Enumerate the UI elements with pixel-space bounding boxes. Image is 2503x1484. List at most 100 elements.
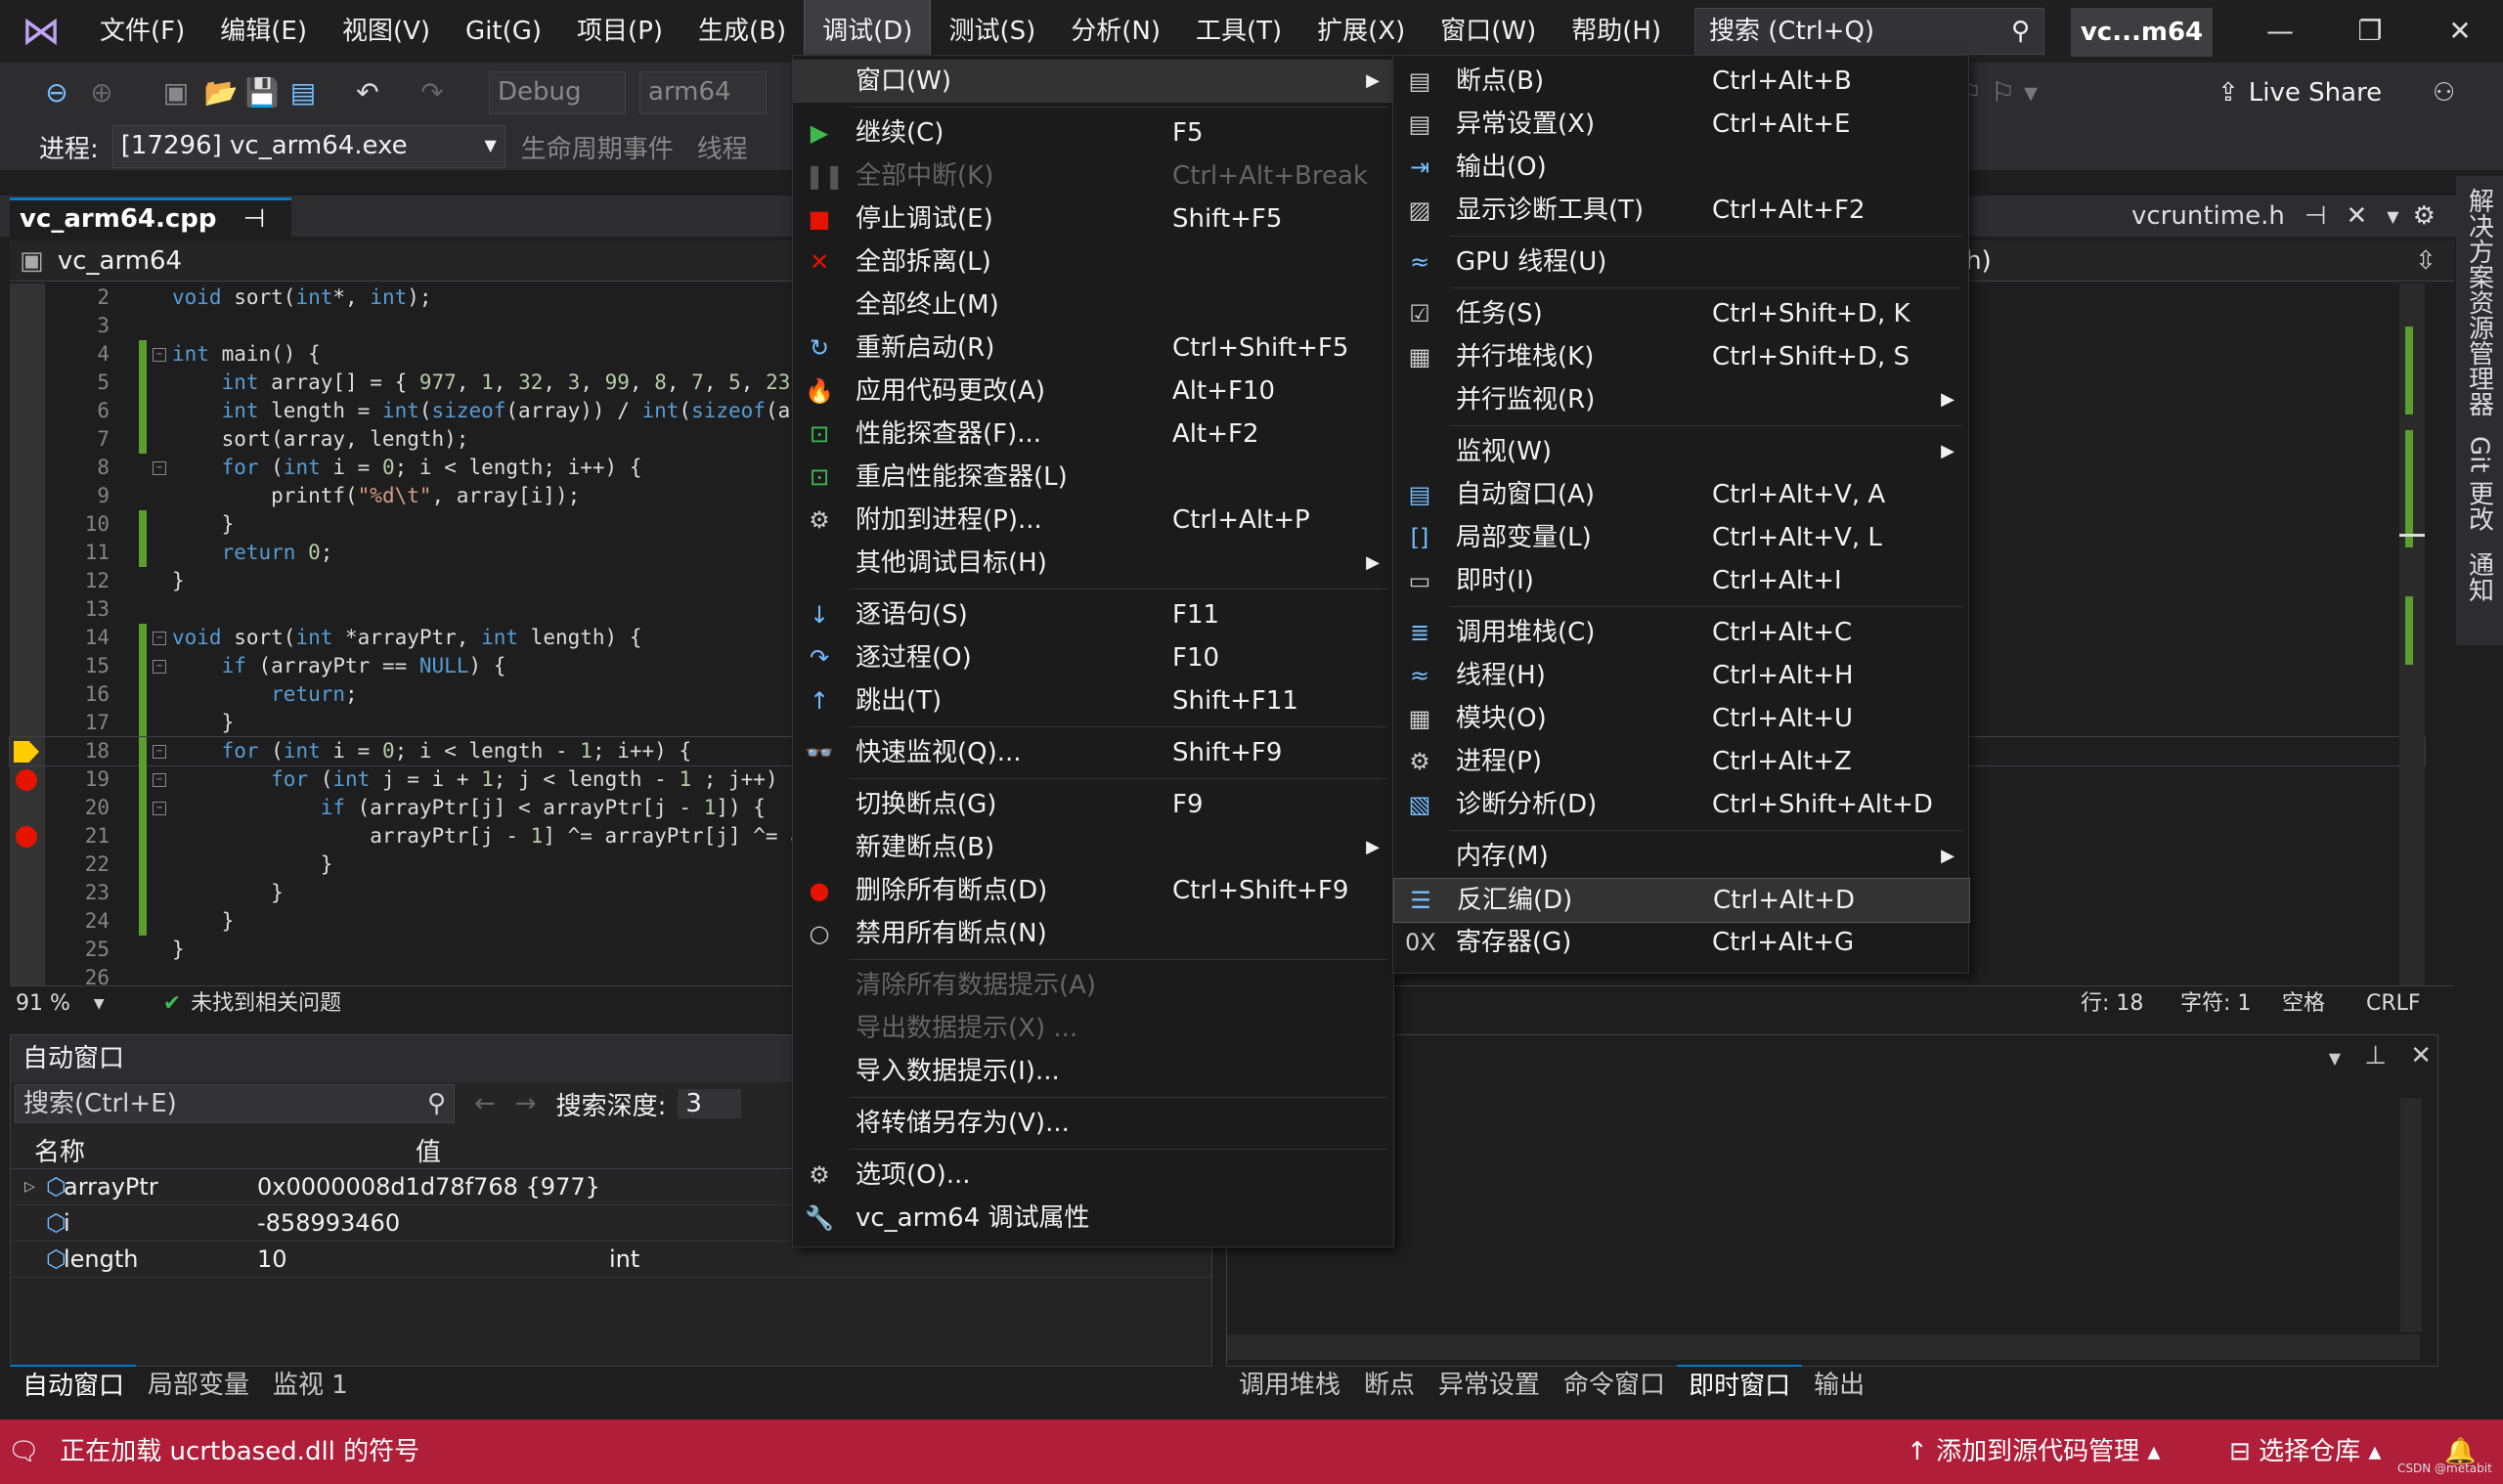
line-info[interactable]: 行: 18	[2081, 986, 2143, 1022]
menu-item[interactable]: 生成(B)	[681, 0, 804, 63]
menu-item[interactable]: 其他调试目标(H) ▶	[793, 542, 1393, 585]
side-tab-git-changes[interactable]: Git 更改	[2462, 436, 2498, 532]
pin-icon[interactable]: ⊥	[2364, 1041, 2387, 1070]
menu-item[interactable]: 将转储另存为(V)...	[793, 1102, 1393, 1145]
vertical-scrollbar[interactable]	[2399, 284, 2425, 985]
minimize-button[interactable]: —	[2235, 0, 2325, 63]
menu-item[interactable]: 切换断点(G) F9	[793, 783, 1393, 826]
bottom-tab[interactable]: 即时窗口	[1677, 1365, 1803, 1406]
fold-toggle-icon[interactable]: −	[153, 632, 166, 645]
back-icon[interactable]: ⊖	[39, 75, 74, 110]
fold-toggle-icon[interactable]: −	[153, 660, 166, 674]
fold-toggle-icon[interactable]: −	[153, 745, 166, 759]
fold-toggle-icon[interactable]: −	[153, 773, 166, 787]
menu-item[interactable]: ≣ 调用堆栈(C) Ctrl+Alt+C	[1393, 611, 1968, 654]
menu-item[interactable]: ▨ 显示诊断工具(T) Ctrl+Alt+F2	[1393, 189, 1968, 232]
forward-arrow-icon[interactable]: →	[515, 1089, 537, 1118]
bottom-tab[interactable]: 输出	[1802, 1366, 1876, 1405]
chevron-down-icon[interactable]: ▼	[2387, 207, 2398, 226]
menu-item[interactable]: 工具(T)	[1178, 0, 1299, 63]
live-share-button[interactable]: ⇪ Live Share	[2218, 68, 2382, 117]
menu-item[interactable]: 并行监视(R) ▶	[1393, 378, 1968, 421]
menu-item[interactable]: ↻ 重新启动(R) Ctrl+Shift+F5	[793, 327, 1393, 370]
add-to-source-control[interactable]: ↑ 添加到源代码管理 ▴	[1907, 1419, 2160, 1484]
side-tab-solution-explorer[interactable]: 解决方案资源管理器	[2462, 188, 2498, 416]
new-project-icon[interactable]: ▣	[158, 75, 194, 110]
menu-item[interactable]: 调试(D)	[804, 0, 932, 63]
menu-item[interactable]: ⚙ 附加到进程(P)... Ctrl+Alt+P	[793, 499, 1393, 542]
menu-item[interactable]: ▤ 自动窗口(A) Ctrl+Alt+V, A	[1393, 473, 1968, 516]
lifecycle-events[interactable]: 生命周期事件	[521, 129, 674, 165]
menu-item[interactable]: ▤ 异常设置(X) Ctrl+Alt+E	[1393, 103, 1968, 146]
bottom-tab[interactable]: 异常设置	[1427, 1366, 1552, 1405]
menu-item[interactable]: 测试(S)	[931, 0, 1053, 63]
column-name-header[interactable]: 名称	[34, 1132, 416, 1168]
char-info[interactable]: 字符: 1	[2180, 986, 2251, 1022]
issues-text[interactable]: 未找到相关问题	[191, 986, 341, 1022]
pin-icon[interactable]: ⊣	[2305, 201, 2327, 231]
back-arrow-icon[interactable]: ←	[474, 1089, 496, 1118]
menu-item[interactable]: ▧ 诊断分析(D) Ctrl+Shift+Alt+D	[1393, 783, 1968, 826]
side-tab-notifications[interactable]: 通知	[2462, 551, 2498, 602]
bottom-tab[interactable]: 断点	[1352, 1366, 1427, 1405]
feedback-icon[interactable]: ⚇	[2433, 68, 2472, 117]
breakpoint-icon[interactable]	[16, 826, 37, 848]
menu-item[interactable]: ■ 停止调试(E) Shift+F5	[793, 197, 1393, 240]
nav-project-select[interactable]: vc_arm64	[58, 246, 182, 276]
tab-vcruntime-h[interactable]: vcruntime.h ⊣ ✕ ▼ ⚙	[2131, 196, 2436, 237]
bottom-tab[interactable]: 命令窗口	[1552, 1366, 1677, 1405]
configuration-select[interactable]: Debug	[489, 71, 626, 114]
menu-item[interactable]: ✕ 全部拆离(L)	[793, 240, 1393, 284]
fold-toggle-icon[interactable]: −	[153, 802, 166, 815]
menu-item[interactable]: ○ 禁用所有断点(N)	[793, 912, 1393, 955]
menu-item[interactable]: 窗口(W) ▶	[793, 60, 1393, 103]
menu-item[interactable]: ⊡ 性能探查器(F)... Alt+F2	[793, 413, 1393, 456]
redo-icon[interactable]: ↷	[415, 75, 450, 110]
menu-item[interactable]: 文件(F)	[82, 0, 202, 63]
chevron-down-icon[interactable]: ▼	[2329, 1049, 2341, 1068]
menu-item[interactable]: 项目(P)	[559, 0, 681, 63]
bottom-tab[interactable]: 局部变量	[136, 1366, 261, 1405]
menu-item[interactable]: 分析(N)	[1053, 0, 1178, 63]
menu-item[interactable]: Git(G)	[448, 0, 559, 63]
menu-item[interactable]: 🔥 应用代码更改(A) Alt+F10	[793, 370, 1393, 413]
bottom-tab[interactable]: 监视 1	[261, 1366, 360, 1405]
zoom-select[interactable]: 91 %	[16, 986, 70, 1022]
menu-item[interactable]: ⚙ 选项(O)...	[793, 1154, 1393, 1197]
menu-item[interactable]: 新建断点(B) ▶	[793, 826, 1393, 869]
open-folder-icon[interactable]: 📂	[203, 75, 239, 110]
menu-item[interactable]: [] 局部变量(L) Ctrl+Alt+V, L	[1393, 516, 1968, 559]
menu-item[interactable]: 帮助(H)	[1554, 0, 1679, 63]
menu-item[interactable]: ▦ 模块(O) Ctrl+Alt+U	[1393, 697, 1968, 740]
menu-item[interactable]: ▦ 并行堆栈(K) Ctrl+Shift+D, S	[1393, 335, 1968, 378]
save-all-icon[interactable]: ▤	[285, 75, 321, 110]
menu-item[interactable]: ↷ 逐过程(O) F10	[793, 636, 1393, 679]
close-icon[interactable]: ✕	[2410, 1041, 2432, 1070]
fold-toggle-icon[interactable]: −	[153, 461, 166, 475]
menu-item[interactable]: ▶ 继续(C) F5	[793, 111, 1393, 154]
depth-select[interactable]: 3	[678, 1089, 741, 1118]
menu-item[interactable]: 监视(W) ▶	[1393, 430, 1968, 473]
menu-item[interactable]: ▤ 断点(B) Ctrl+Alt+B	[1393, 60, 1968, 103]
restore-button[interactable]: ❐	[2325, 0, 2415, 63]
menu-item[interactable]: 全部终止(M)	[793, 284, 1393, 327]
bottom-tab[interactable]: 调用堆栈	[1227, 1366, 1352, 1405]
bottom-tab[interactable]: 自动窗口	[11, 1365, 137, 1406]
breakpoint-icon[interactable]	[16, 769, 37, 791]
menu-item[interactable]: ⚙ 进程(P) Ctrl+Alt+Z	[1393, 740, 1968, 783]
vertical-scrollbar[interactable]	[2400, 1098, 2422, 1332]
menu-item[interactable]: 内存(M) ▶	[1393, 835, 1968, 878]
expand-icon[interactable]: ▷	[24, 1179, 35, 1195]
eol-info[interactable]: CRLF	[2366, 986, 2421, 1022]
whitespace-info[interactable]: 空格	[2282, 986, 2325, 1022]
menu-item[interactable]: 🔧 vc_arm64 调试属性	[793, 1197, 1393, 1240]
menu-item[interactable]: 导入数据提示(I)...	[793, 1050, 1393, 1093]
close-tab-icon[interactable]: ✕	[2346, 201, 2367, 231]
menu-item[interactable]: ☰ 反汇编(D) Ctrl+Alt+D	[1393, 878, 1970, 923]
menu-item[interactable]: ● 删除所有断点(D) Ctrl+Shift+F9	[793, 869, 1393, 912]
autos-search-input[interactable]: 搜索(Ctrl+E) ⚲	[15, 1084, 455, 1123]
column-value-header[interactable]: 值	[416, 1132, 441, 1168]
menu-item[interactable]: 编辑(E)	[202, 0, 325, 63]
select-repository[interactable]: ⊟ 选择仓库 ▴	[2229, 1419, 2381, 1484]
fold-toggle-icon[interactable]: −	[153, 348, 166, 362]
